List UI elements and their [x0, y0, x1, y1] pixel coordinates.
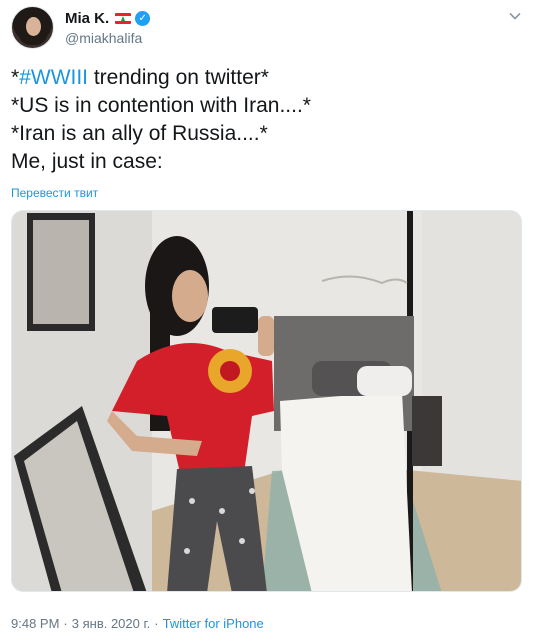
tweet-line-1: *#WWIII trending on twitter*	[11, 66, 269, 89]
tweet-text: *#WWIII trending on twitter* *US is in c…	[11, 64, 521, 176]
tweet-line-3: *Iran is an ally of Russia....*	[11, 122, 268, 145]
author-display-name[interactable]: Mia K.	[65, 10, 109, 27]
lebanon-flag-icon	[115, 13, 132, 24]
tweet-source-link[interactable]: Twitter for iPhone	[163, 616, 264, 631]
tweet-date[interactable]: 3 янв. 2020 г.	[72, 616, 151, 631]
tweet-meta: 9:48 PM · 3 янв. 2020 г. · Twitter for i…	[11, 616, 264, 631]
tweet-photo[interactable]	[11, 210, 522, 592]
tweet-line-2: *US is in contention with Iran....*	[11, 94, 311, 117]
author-name-row[interactable]: Mia K. ✓	[65, 10, 151, 27]
chevron-down-icon[interactable]	[509, 10, 521, 22]
author-handle[interactable]: @miakhalifa	[65, 30, 142, 46]
avatar[interactable]	[11, 6, 54, 49]
hashtag-link[interactable]: #WWIII	[19, 66, 88, 89]
tweet-card: Mia K. ✓ @miakhalifa *#WWIII trending on…	[0, 0, 535, 644]
translate-tweet-link[interactable]: Перевести твит	[11, 186, 98, 200]
meta-separator: ·	[63, 616, 68, 631]
tweet-time[interactable]: 9:48 PM	[11, 616, 59, 631]
tweet-line-4: Me, just in case:	[11, 150, 163, 173]
meta-separator: ·	[154, 616, 159, 631]
verified-badge-icon: ✓	[135, 11, 151, 26]
mirror-selfie-photo	[12, 211, 521, 591]
